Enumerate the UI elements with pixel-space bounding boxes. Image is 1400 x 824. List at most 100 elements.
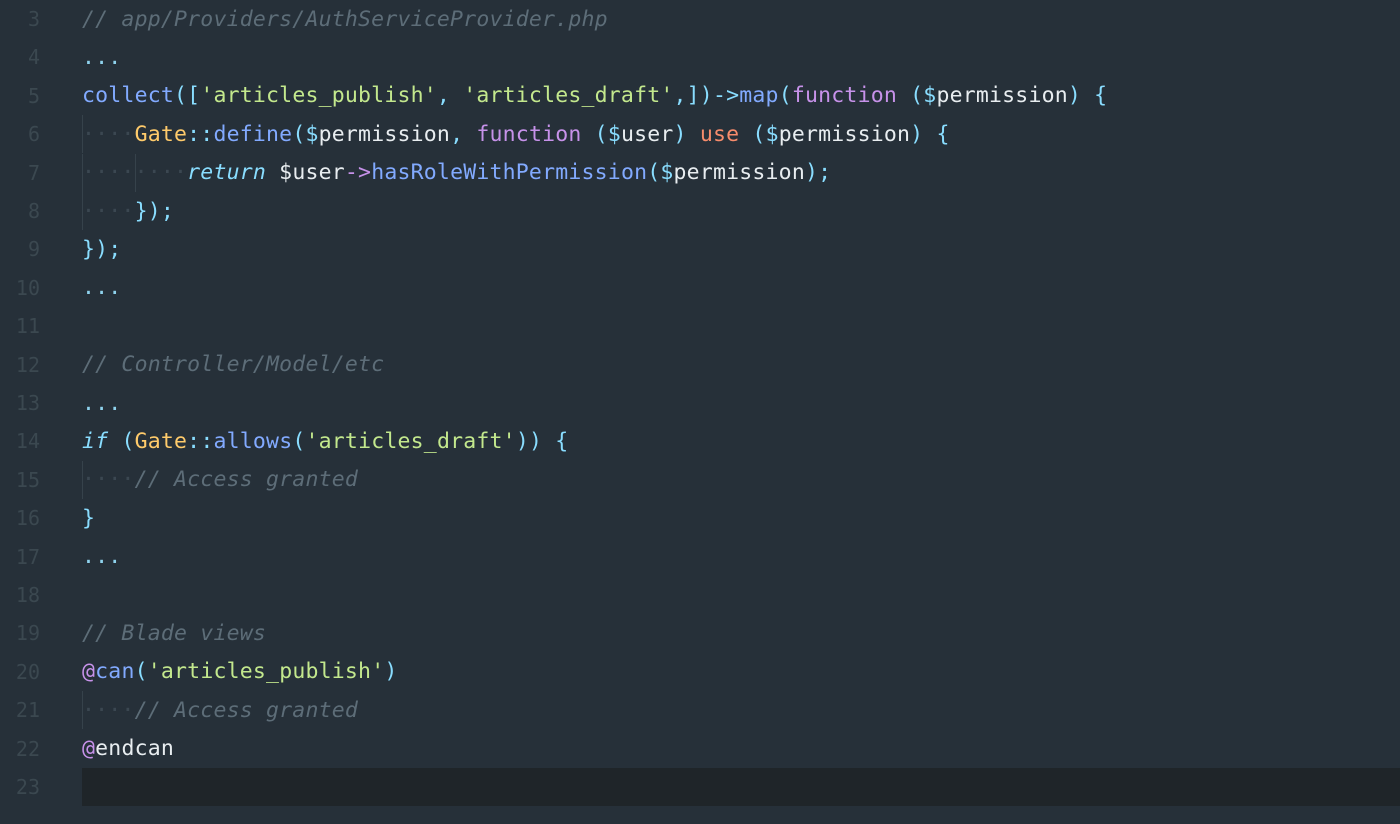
code-token: (: [134, 659, 148, 685]
code-token: @: [82, 736, 96, 762]
code-token: ::: [187, 121, 214, 147]
code-token: permission: [673, 160, 805, 186]
code-text: });: [82, 237, 121, 262]
code-token: ([: [174, 83, 201, 109]
code-token: ,])->: [673, 83, 740, 109]
code-token: });: [82, 236, 122, 262]
line-number: 12: [15, 352, 40, 377]
code-token: function: [791, 83, 897, 109]
line-number: 15: [15, 467, 40, 492]
code-token: 'articles_publish': [147, 659, 385, 685]
code-text: ····});: [82, 199, 174, 224]
code-token: // Access granted: [134, 467, 359, 493]
code-token: // Access granted: [134, 697, 359, 723]
code-token: can: [95, 659, 135, 685]
code-token: ) {: [1067, 83, 1108, 109]
code-token: (: [108, 428, 135, 454]
line-number: 5: [27, 83, 40, 108]
code-token: @: [82, 659, 96, 685]
code-text: // Controller/Model/etc: [82, 352, 384, 377]
code-token: permission: [936, 83, 1068, 109]
code-editor[interactable]: 3 // app/Providers/AuthServiceProvider.ph…: [0, 0, 1400, 824]
code-token: ::: [187, 428, 214, 454]
code-line[interactable]: 18: [0, 576, 1400, 614]
code-text: ····// Access granted: [82, 698, 358, 723]
code-token: ...: [82, 44, 122, 70]
code-line[interactable]: 11: [0, 307, 1400, 345]
code-line[interactable]: 6 ····Gate::define($permission, function …: [0, 115, 1400, 154]
whitespace-marker: ····: [82, 198, 135, 224]
code-token: 'articles_draft': [305, 428, 516, 454]
code-line[interactable]: 13...: [0, 384, 1400, 422]
line-number: 21: [15, 698, 40, 723]
whitespace-marker: ········: [82, 160, 188, 186]
code-token: return: [187, 160, 267, 186]
code-token: ,: [450, 121, 477, 147]
code-token: collect: [82, 83, 175, 109]
line-number: 22: [15, 736, 40, 761]
code-token: ...: [82, 390, 122, 416]
code-token: ) {: [910, 121, 950, 147]
code-token: // Blade views: [82, 620, 267, 646]
code-token: (: [292, 428, 306, 454]
code-line[interactable]: 15 ····// Access granted: [0, 460, 1400, 499]
code-token: $: [266, 160, 293, 186]
code-token: ($: [647, 160, 674, 186]
whitespace-marker: ····: [82, 121, 135, 147]
active-line-highlight: [82, 768, 1400, 806]
code-line[interactable]: 14 if (Gate::allows('articles_draft')) {: [0, 422, 1400, 460]
whitespace-marker: ····: [82, 467, 135, 493]
code-line[interactable]: 16}: [0, 499, 1400, 537]
line-number: 9: [27, 237, 40, 262]
line-number: 20: [15, 659, 40, 684]
line-number: 14: [15, 429, 40, 454]
code-line[interactable]: 3 // app/Providers/AuthServiceProvider.ph…: [0, 0, 1400, 38]
code-token: endcan: [95, 736, 175, 762]
code-token: permission: [318, 121, 451, 147]
code-line[interactable]: 19 // Blade views: [0, 614, 1400, 652]
code-text: ····// Access granted: [82, 467, 358, 492]
code-line[interactable]: 7 ········return $user->hasRoleWithPermis…: [0, 153, 1400, 192]
code-text: ········return $user->hasRoleWithPermiss…: [82, 160, 831, 185]
code-token: ($: [897, 83, 937, 109]
code-text: collect(['articles_publish', 'articles_d…: [82, 83, 1107, 108]
whitespace-marker: ····: [82, 697, 135, 723]
code-token: ): [384, 659, 398, 685]
code-text: }: [82, 506, 95, 531]
code-text: ...: [82, 391, 121, 416]
code-line[interactable]: 9});: [0, 230, 1400, 268]
active-code-line[interactable]: 23: [0, 768, 1400, 806]
code-token: );: [804, 160, 832, 186]
code-token: ($: [739, 121, 779, 147]
code-text: ····Gate::define($permission, function (…: [82, 122, 950, 147]
code-line[interactable]: 8 ····});: [0, 192, 1400, 230]
code-token: permission: [778, 121, 911, 147]
code-token: function: [476, 121, 582, 147]
line-number: 7: [27, 160, 40, 185]
code-line[interactable]: 22 @endcan: [0, 730, 1400, 768]
line-number: 3: [27, 7, 40, 31]
line-number: 23: [15, 775, 40, 799]
code-text: @endcan: [82, 736, 174, 761]
code-token: user: [292, 160, 345, 186]
code-line[interactable]: 10...: [0, 269, 1400, 307]
code-token: (: [778, 83, 792, 109]
line-number: 8: [27, 199, 40, 223]
code-token: });: [134, 198, 175, 224]
code-token: ($: [581, 121, 621, 147]
code-token: // Controller/Model/etc: [82, 352, 385, 378]
code-line[interactable]: 21 ····// Access granted: [0, 691, 1400, 730]
code-line[interactable]: 4...: [0, 38, 1400, 76]
code-token: user: [620, 121, 674, 147]
code-token: // app/Providers/AuthServiceProvider.php: [82, 6, 608, 32]
code-line[interactable]: 12 // Controller/Model/etc: [0, 346, 1400, 384]
code-token: define: [213, 121, 293, 147]
code-token: if: [82, 428, 109, 454]
code-text: @can('articles_publish'): [82, 659, 398, 684]
line-number: 16: [15, 506, 40, 531]
code-line[interactable]: 20 @can('articles_publish'): [0, 653, 1400, 691]
code-line[interactable]: 17...: [0, 538, 1400, 576]
code-token: 'articles_draft': [463, 83, 674, 109]
code-token: ->: [344, 160, 372, 186]
code-line[interactable]: 5 collect(['articles_publish', 'articles_…: [0, 77, 1400, 115]
